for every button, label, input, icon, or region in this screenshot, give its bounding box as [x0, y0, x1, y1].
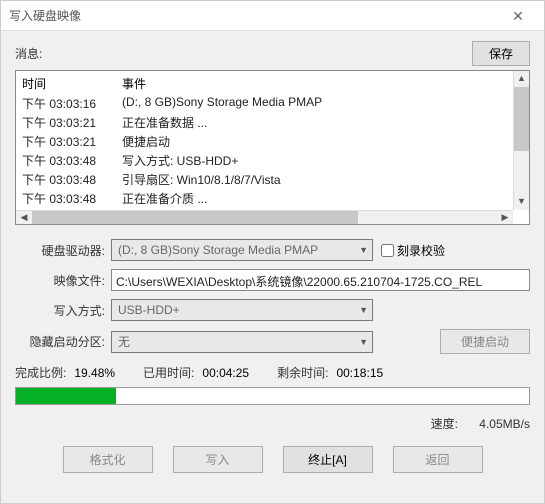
speed-label: 速度:	[431, 417, 458, 431]
log-row: 下午 03:03:21便捷启动	[22, 132, 523, 151]
scroll-right-icon[interactable]: ▶	[497, 211, 513, 224]
drive-combobox[interactable]: (D:, 8 GB)Sony Storage Media PMAP ▼	[111, 239, 373, 261]
speed-row: 速度: 4.05MB/s	[15, 415, 530, 432]
content-area: 消息: 保存 时间 事件 下午 03:03:16(D:, 8 GB)Sony S…	[1, 31, 544, 483]
image-label: 映像文件:	[15, 272, 105, 289]
progress-bar	[15, 387, 530, 405]
write-button[interactable]: 写入	[173, 446, 263, 473]
speed-value: 4.05MB/s	[479, 417, 530, 431]
action-row: 格式化 写入 终止[A] 返回	[15, 446, 530, 473]
hidden-partition-combobox[interactable]: 无 ▼	[111, 331, 373, 353]
scroll-up-icon[interactable]: ▲	[514, 71, 529, 87]
scroll-thumb-h[interactable]	[32, 211, 358, 224]
save-button[interactable]: 保存	[472, 41, 530, 66]
verify-checkbox-wrap[interactable]: 刻录校验	[381, 242, 445, 259]
chevron-down-icon: ▼	[359, 337, 368, 347]
log-header: 时间 事件	[22, 75, 523, 94]
scroll-left-icon[interactable]: ◀	[16, 211, 32, 224]
image-path-field[interactable]: C:\Users\WEXIA\Desktop\系统镜像\22000.65.210…	[111, 269, 530, 291]
close-icon[interactable]: ✕	[500, 2, 536, 30]
remain-label: 剩余时间:	[277, 364, 328, 381]
scrollbar-horizontal[interactable]: ◀ ▶	[16, 210, 513, 224]
message-row: 消息: 保存	[15, 41, 530, 66]
format-button[interactable]: 格式化	[63, 446, 153, 473]
log-row: 下午 03:03:16(D:, 8 GB)Sony Storage Media …	[22, 94, 523, 113]
log-listbox[interactable]: 时间 事件 下午 03:03:16(D:, 8 GB)Sony Storage …	[15, 70, 530, 225]
remain-value: 00:18:15	[336, 366, 383, 380]
message-label: 消息:	[15, 45, 472, 62]
complete-label: 完成比例:	[15, 364, 66, 381]
scroll-down-icon[interactable]: ▼	[514, 194, 529, 210]
log-row: 下午 03:03:48写入方式: USB-HDD+	[22, 151, 523, 170]
abort-button[interactable]: 终止[A]	[283, 446, 373, 473]
elapsed-value: 00:04:25	[202, 366, 249, 380]
log-row: 下午 03:03:48正在准备介质 ...	[22, 189, 523, 208]
scrollbar-vertical[interactable]: ▲ ▼	[513, 71, 529, 210]
stats-row: 完成比例: 19.48% 已用时间: 00:04:25 剩余时间: 00:18:…	[15, 364, 530, 381]
log-row: 下午 03:03:48引导扇区: Win10/8.1/8/7/Vista	[22, 170, 523, 189]
scroll-thumb-v[interactable]	[514, 87, 529, 151]
hidden-label: 隐藏启动分区:	[15, 333, 105, 350]
complete-value: 19.48%	[74, 366, 115, 380]
dialog-window: 写入硬盘映像 ✕ 消息: 保存 时间 事件 下午 03:03:16(D:, 8 …	[0, 0, 545, 504]
method-label: 写入方式:	[15, 302, 105, 319]
quickboot-button[interactable]: 便捷启动	[440, 329, 530, 354]
elapsed-label: 已用时间:	[143, 364, 194, 381]
chevron-down-icon: ▼	[359, 242, 368, 258]
write-method-combobox[interactable]: USB-HDD+ ▼	[111, 299, 373, 321]
verify-checkbox[interactable]	[381, 244, 394, 257]
chevron-down-icon: ▼	[359, 305, 368, 315]
hidden-row: 隐藏启动分区: 无 ▼ 便捷启动	[15, 329, 530, 354]
verify-label: 刻录校验	[397, 242, 445, 259]
progress-fill	[16, 388, 116, 404]
col-time-header: 时间	[22, 75, 122, 92]
drive-label: 硬盘驱动器:	[15, 242, 105, 259]
col-event-header: 事件	[122, 75, 523, 92]
log-row: 下午 03:03:21正在准备数据 ...	[22, 113, 523, 132]
method-row: 写入方式: USB-HDD+ ▼	[15, 299, 530, 321]
back-button[interactable]: 返回	[393, 446, 483, 473]
drive-row: 硬盘驱动器: (D:, 8 GB)Sony Storage Media PMAP…	[15, 239, 530, 261]
image-row: 映像文件: C:\Users\WEXIA\Desktop\系统镜像\22000.…	[15, 269, 530, 291]
titlebar: 写入硬盘映像 ✕	[1, 1, 544, 31]
window-title: 写入硬盘映像	[9, 7, 500, 24]
